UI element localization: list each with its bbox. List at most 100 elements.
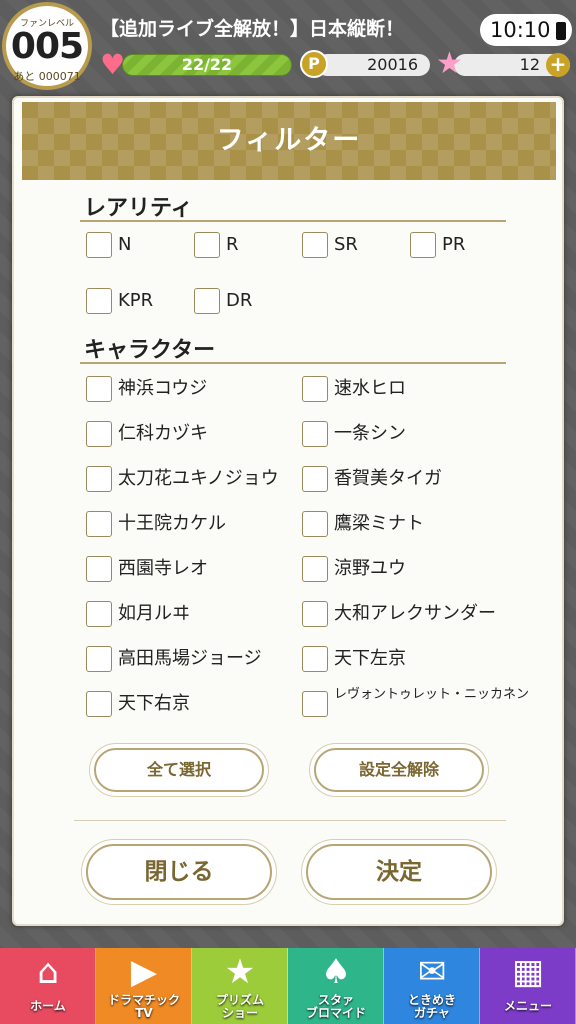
nav-item-home[interactable]: ⌂ ホーム — [0, 948, 96, 1024]
filter-dialog: フィルター レアリティ キャラクター 全て選択 設定全解除 閉じる 決定 N R S… — [12, 96, 564, 926]
filter-option-character-right-4[interactable]: 涼野ユウ — [302, 556, 512, 588]
character-section-title: キャラクター — [84, 338, 216, 363]
filter-option-label: 仁科カヅキ — [118, 423, 208, 444]
select-all-button[interactable]: 全て選択 — [94, 748, 264, 792]
nav-item-envelope[interactable]: ✉ ときめき ガチャ — [384, 948, 480, 1024]
filter-option-character-left-6[interactable]: 高田馬場ジョージ — [86, 646, 296, 678]
checkbox[interactable] — [302, 691, 328, 717]
nav-item-label: ドラマチック TV — [107, 993, 180, 1020]
tv-icon: ▶ — [130, 952, 158, 992]
filter-option-character-right-5[interactable]: 大和アレクサンダー — [302, 601, 512, 633]
filter-option-character-left-1[interactable]: 仁科カヅキ — [86, 421, 296, 453]
filter-option-label: 香賀美タイガ — [334, 468, 442, 489]
checkbox[interactable] — [86, 511, 112, 537]
filter-option-label: 西園寺レオ — [118, 558, 208, 579]
filter-option-character-left-7[interactable]: 天下右京 — [86, 691, 296, 723]
filter-option-label: 速水ヒロ — [334, 378, 406, 399]
checkbox[interactable] — [86, 646, 112, 672]
nav-item-tv[interactable]: ▶ ドラマチック TV — [96, 948, 192, 1024]
coin-icon: P — [300, 50, 328, 78]
filter-option-label: KPR — [118, 290, 154, 311]
checkbox[interactable] — [302, 601, 328, 627]
close-button[interactable]: 閉じる — [86, 844, 272, 900]
nav-item-label: スタァ ブロマイド — [305, 993, 366, 1020]
filter-option-label: 天下左京 — [334, 648, 406, 669]
plus-icon: + — [549, 52, 567, 76]
stamina-value: 22/22 — [181, 55, 233, 74]
checkbox[interactable] — [86, 421, 112, 447]
checkbox[interactable] — [86, 691, 112, 717]
rarity-section-divider — [80, 220, 506, 222]
checkbox[interactable] — [86, 288, 112, 314]
filter-option-character-left-3[interactable]: 十王院カケル — [86, 511, 296, 543]
checkbox[interactable] — [194, 288, 220, 314]
filter-option-label: レヴォントゥレット・ニッカネン — [334, 687, 530, 702]
filter-option-character-right-7[interactable]: レヴォントゥレット・ニッカネン — [302, 687, 529, 723]
character-section-divider — [80, 362, 506, 364]
filter-option-character-right-1[interactable]: 一条シン — [302, 421, 512, 453]
filter-option-character-right-6[interactable]: 天下左京 — [302, 646, 512, 678]
checkbox[interactable] — [302, 421, 328, 447]
fan-level-remaining: あと 000071 — [13, 70, 81, 83]
nav-item-shooting-star[interactable]: ★ プリズム ショー — [192, 948, 288, 1024]
checkbox[interactable] — [86, 466, 112, 492]
checkbox[interactable] — [86, 376, 112, 402]
checkbox[interactable] — [302, 511, 328, 537]
filter-option-character-right-0[interactable]: 速水ヒロ — [302, 376, 512, 408]
grid-icon: ▦ — [511, 952, 545, 992]
filter-option-character-right-3[interactable]: 鷹梁ミナト — [302, 511, 512, 543]
news-ticker[interactable]: 【追加ライブ全解放！】日本縦断！ — [100, 14, 486, 44]
top-status-bar: ファンレベル 005 あと 000071 【追加ライブ全解放！】日本縦断！ 10… — [0, 0, 576, 90]
filter-option-character-left-0[interactable]: 神浜コウジ — [86, 376, 296, 408]
cards-icon: ♠ — [320, 952, 352, 992]
checkbox[interactable] — [410, 232, 436, 258]
home-icon: ⌂ — [37, 952, 59, 992]
filter-option-character-left-2[interactable]: 太刀花ユキノジョウ — [86, 466, 296, 498]
checkbox[interactable] — [194, 232, 220, 258]
filter-option-label: PR — [442, 234, 466, 255]
nav-item-label: メニュー — [503, 999, 552, 1013]
filter-option-label: N — [118, 234, 132, 255]
dialog-divider — [74, 820, 506, 821]
filter-option-rarity-pr[interactable]: PR — [410, 232, 576, 264]
filter-option-label: 大和アレクサンダー — [334, 603, 496, 624]
confirm-button[interactable]: 決定 — [306, 844, 492, 900]
add-star-button[interactable]: + — [546, 53, 570, 77]
filter-option-character-left-4[interactable]: 西園寺レオ — [86, 556, 296, 588]
star-icon: ★ — [436, 46, 463, 81]
shooting-star-icon: ★ — [224, 952, 256, 992]
checkbox[interactable] — [302, 556, 328, 582]
nav-item-grid[interactable]: ▦ メニュー — [480, 948, 576, 1024]
dialog-title: フィルター — [216, 125, 362, 156]
nav-item-label: プリズム ショー — [215, 993, 264, 1020]
reset-all-button[interactable]: 設定全解除 — [314, 748, 484, 792]
checkbox[interactable] — [302, 466, 328, 492]
checkbox[interactable] — [86, 232, 112, 258]
filter-option-label: 高田馬場ジョージ — [118, 648, 262, 669]
filter-option-rarity-dr[interactable]: DR — [194, 288, 404, 320]
bottom-navigation: ⌂ ホーム ▶ ドラマチック TV ★ プリズム ショー ♠ スタァ ブロマイド ✉ ときめき ガ… — [0, 948, 576, 1024]
nav-item-label: ホーム — [30, 999, 66, 1013]
rarity-section-title: レアリティ — [84, 196, 193, 221]
nav-item-cards[interactable]: ♠ スタァ ブロマイド — [288, 948, 384, 1024]
checkbox[interactable] — [302, 376, 328, 402]
dialog-header: フィルター — [22, 102, 556, 180]
filter-option-label: 太刀花ユキノジョウ — [118, 468, 279, 489]
fan-level-badge: ファンレベル 005 あと 000071 — [2, 2, 92, 90]
checkbox[interactable] — [302, 646, 328, 672]
battery-icon — [556, 22, 566, 40]
checkbox[interactable] — [302, 232, 328, 258]
filter-option-label: 如月ルヰ — [118, 603, 190, 624]
checkbox[interactable] — [86, 556, 112, 582]
filter-option-label: 涼野ユウ — [334, 558, 406, 579]
filter-option-label: SR — [334, 234, 358, 255]
star-counter: 12 ★ + — [436, 48, 572, 80]
checkbox[interactable] — [86, 601, 112, 627]
filter-option-label: DR — [226, 290, 253, 311]
filter-option-label: 十王院カケル — [118, 513, 226, 534]
filter-option-character-left-5[interactable]: 如月ルヰ — [86, 601, 296, 633]
fan-level-number: 005 — [10, 26, 84, 67]
filter-option-character-right-2[interactable]: 香賀美タイガ — [302, 466, 512, 498]
nav-item-label: ときめき ガチャ — [407, 993, 456, 1020]
filter-option-label: 神浜コウジ — [118, 378, 208, 399]
